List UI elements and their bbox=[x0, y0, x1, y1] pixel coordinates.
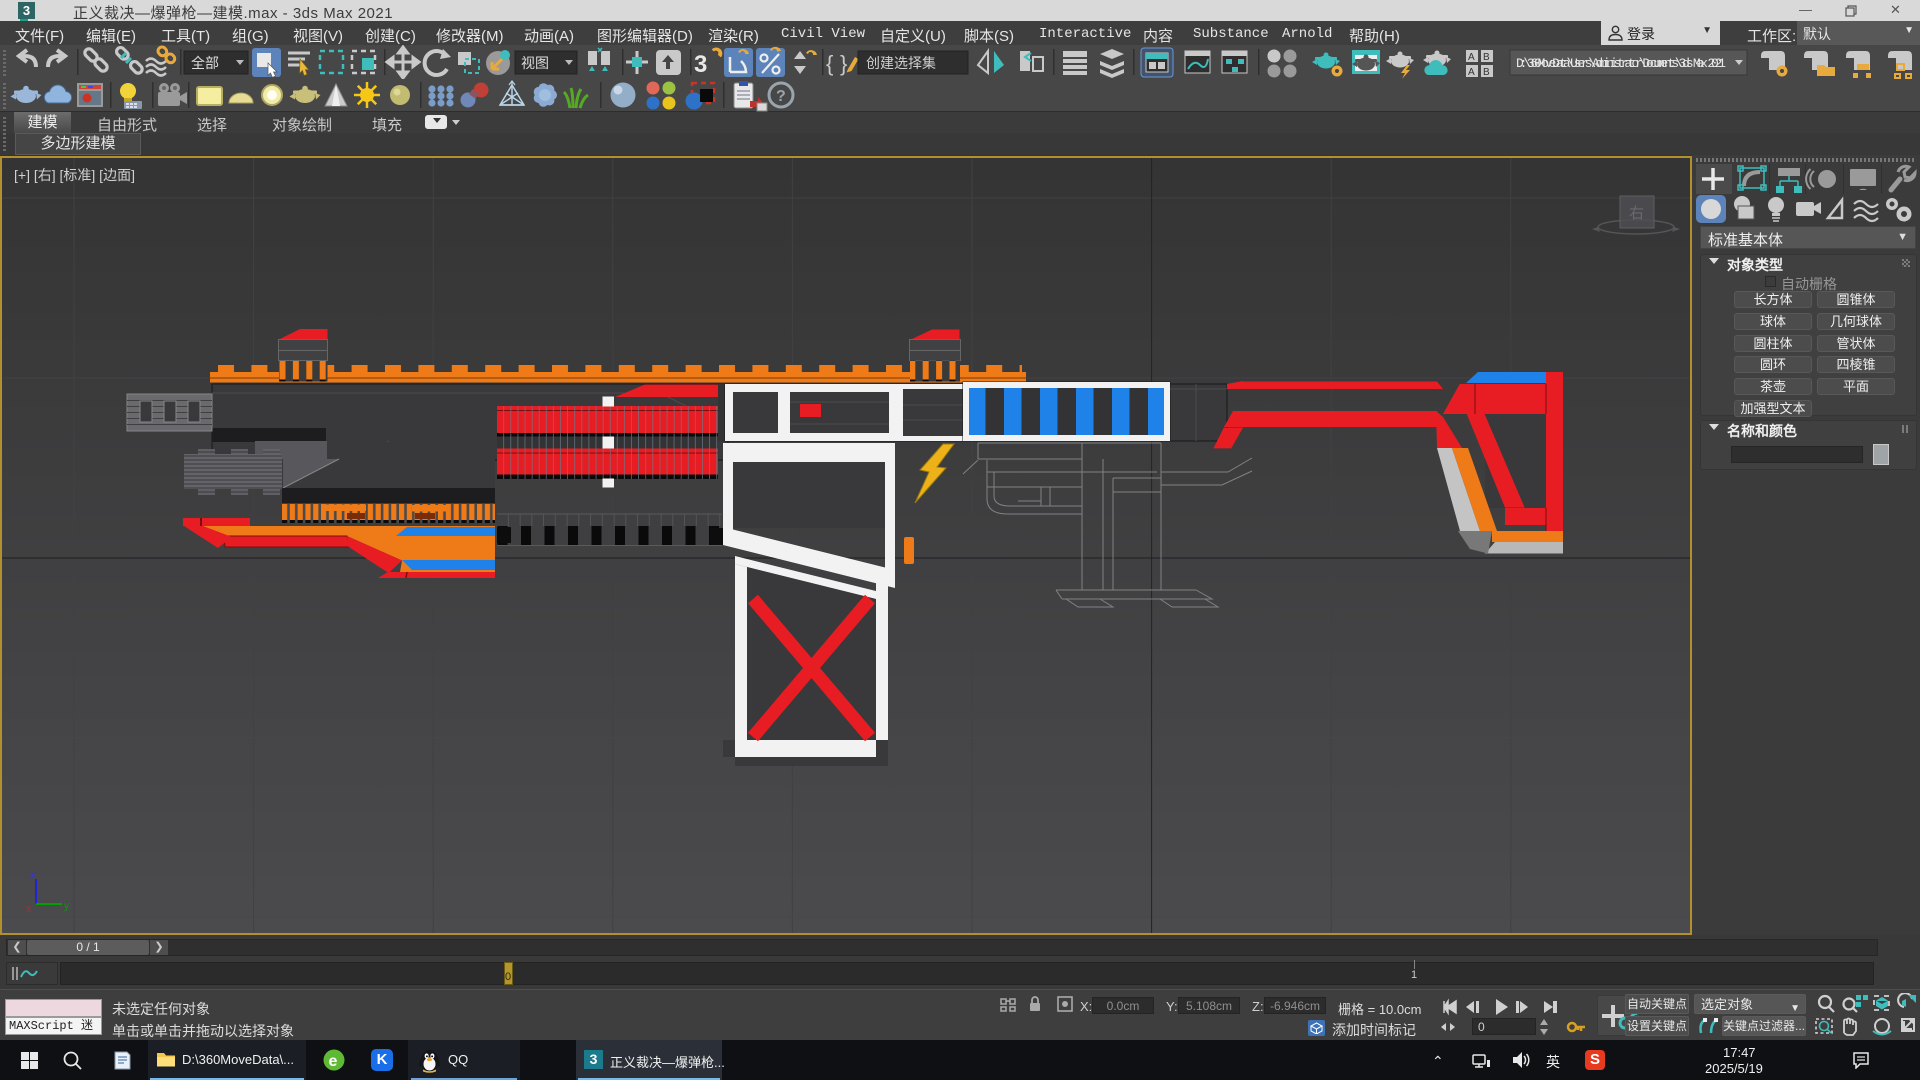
svg-text:创建选择集: 创建选择集 bbox=[866, 55, 936, 71]
svg-text:A: A bbox=[1468, 67, 1475, 78]
svg-text:x: x bbox=[26, 904, 31, 915]
svg-text:B: B bbox=[1483, 67, 1490, 78]
svg-text:3: 3 bbox=[694, 51, 707, 78]
svg-text:D:\360MoveData\Users\Administr: D:\360MoveData\Users\Administrator\Docum… bbox=[1516, 56, 1726, 71]
svg-text:e: e bbox=[329, 1053, 338, 1070]
svg-text:全部: 全部 bbox=[191, 55, 219, 71]
svg-text:[+] [右] [标准] [边面]: [+] [右] [标准] [边面] bbox=[14, 167, 135, 183]
svg-text:z: z bbox=[30, 869, 35, 880]
svg-text:?: ? bbox=[776, 88, 786, 105]
svg-text:y: y bbox=[64, 901, 69, 912]
svg-text:右: 右 bbox=[1629, 205, 1644, 222]
svg-text:A: A bbox=[1468, 52, 1475, 63]
svg-text:视图: 视图 bbox=[521, 55, 549, 71]
svg-text:B: B bbox=[1483, 52, 1490, 63]
svg-text:}: } bbox=[840, 51, 847, 76]
svg-text:{: { bbox=[826, 51, 833, 76]
